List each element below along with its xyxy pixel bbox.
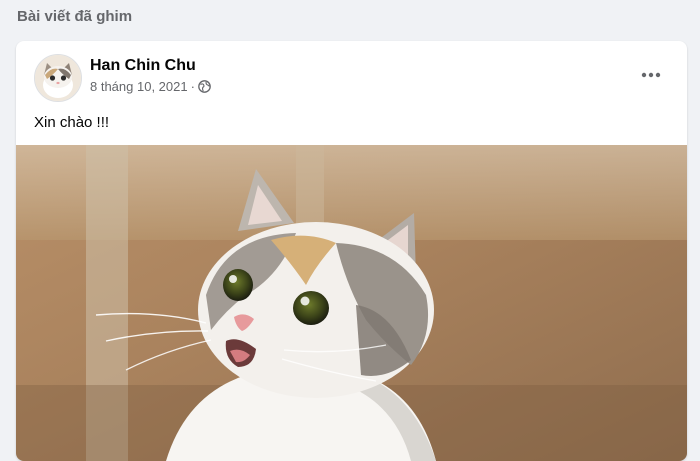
pinned-post-card: Han Chin Chu 8 tháng 10, 2021 · Xin chào… <box>16 41 687 461</box>
cat-photo <box>16 145 687 461</box>
post-image[interactable] <box>16 145 687 461</box>
more-horizontal-icon <box>641 72 661 78</box>
post-meta: 8 tháng 10, 2021 · <box>90 79 211 94</box>
author-avatar[interactable] <box>34 54 82 102</box>
author-name[interactable]: Han Chin Chu <box>90 57 196 75</box>
more-options-button[interactable] <box>633 57 669 93</box>
post-text: Xin chào !!! <box>34 114 110 131</box>
globe-icon[interactable] <box>198 80 211 93</box>
meta-separator: · <box>190 79 195 94</box>
post-date[interactable]: 8 tháng 10, 2021 <box>90 79 188 94</box>
pinned-section-title: Bài viết đã ghim <box>17 8 133 25</box>
